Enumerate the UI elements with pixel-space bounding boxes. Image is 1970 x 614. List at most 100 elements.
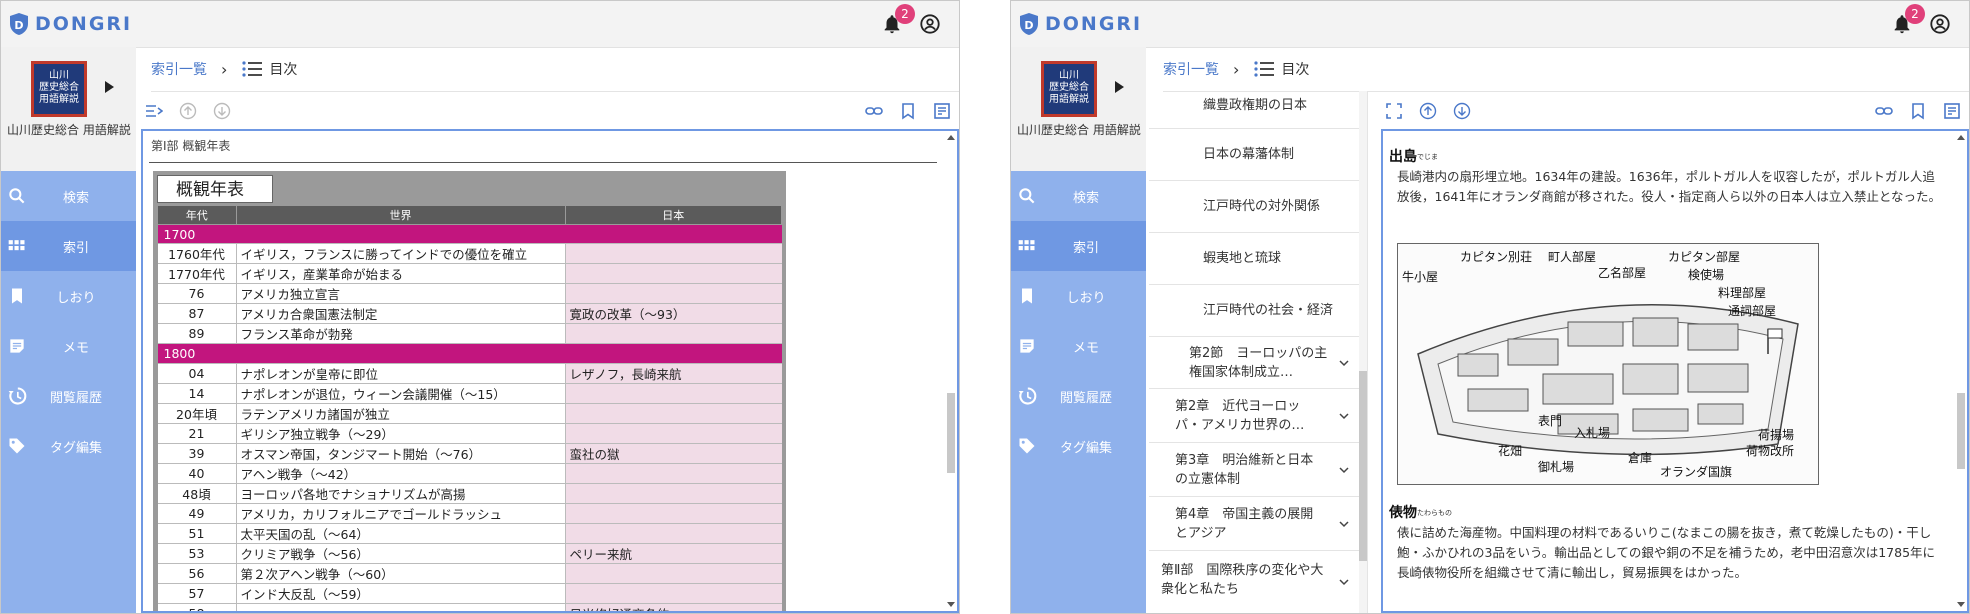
top-bar: D DONGRI 2 [1011, 1, 1969, 48]
notification-badge: 2 [1905, 4, 1925, 24]
breadcrumb-index-link[interactable]: 索引一覧 [151, 59, 207, 79]
sidebar-item-memo[interactable]: メモ [1, 321, 136, 371]
toc-list-icon [1254, 61, 1275, 77]
cover-line: 歴史総合 [1049, 82, 1089, 93]
cell-world: アメリカ合衆国憲法制定 [236, 303, 566, 325]
chevron-down-icon[interactable] [1339, 577, 1349, 587]
table-row: 14 ナポレオンが退位，ウィーン会議開催（〜15） [157, 383, 782, 404]
sidebar-item-index[interactable]: 索引 [1, 221, 136, 271]
link-icon[interactable] [865, 102, 883, 120]
table-row: 89 フランス革命が勃発 [157, 323, 782, 345]
sidebar-item-tag-edit[interactable]: タグ編集 [1011, 421, 1146, 471]
sidebar-item-search[interactable]: 検索 [1011, 171, 1146, 221]
scroll-up-arrow-icon[interactable] [1957, 135, 1965, 140]
toc-item-expandable[interactable]: 第3章 明治維新と日本の立憲体制 [1149, 443, 1359, 497]
page-content[interactable]: 出島でじま 長崎港内の扇形埋立地。1634年の建設。1636年，ポルトガル人を収… [1381, 129, 1969, 613]
note-add-icon[interactable] [1943, 102, 1961, 120]
book-play-icon[interactable] [1115, 81, 1124, 93]
sidebar-item-bookmark[interactable]: しおり [1011, 271, 1146, 321]
dejima-illustration: カピタン別荘 町人部屋 乙名部屋 カピタン部屋 検使場 牛小屋 料理部屋 通詞部… [1397, 243, 1819, 485]
account-icon[interactable] [919, 13, 941, 35]
scroll-down-arrow-icon[interactable] [947, 602, 955, 607]
scroll-up-icon[interactable] [179, 102, 197, 120]
sidebar-item-label: タグ編集 [49, 440, 102, 456]
scrollbar-thumb[interactable] [947, 393, 955, 473]
sidebar-item-label: 索引 [62, 240, 89, 256]
link-icon[interactable] [1875, 102, 1893, 120]
sidebar-item-history[interactable]: 閲覧履歴 [1, 371, 136, 421]
illustration-label: 荷揚場 [1758, 428, 1795, 442]
cell-year: 57 [157, 583, 237, 604]
breadcrumb-index-link[interactable]: 索引一覧 [1163, 59, 1219, 79]
book-title: 山川歴史総合 用語解説 [7, 123, 131, 137]
illustration-label: 牛小屋 [1402, 270, 1439, 284]
toc-item-expandable[interactable]: 第4章 帝国主義の展開とアジア [1149, 497, 1359, 551]
toc-scrollbar-thumb[interactable] [1359, 371, 1367, 561]
toc-item[interactable]: 蝦夷地と琉球 [1149, 233, 1359, 285]
illustration-label: 倉庫 [1628, 451, 1653, 465]
cover-line: 用語解説 [39, 94, 79, 105]
scroll-down-icon[interactable] [1453, 102, 1471, 120]
breadcrumb-current: 目次 [269, 62, 298, 78]
cell-japan [565, 243, 782, 265]
cell-japan [565, 283, 782, 305]
cell-world: ナポレオンが皇帝に即位 [236, 363, 566, 384]
era-label: 1700 [157, 224, 782, 245]
sidebar-item-tag-edit[interactable]: タグ編集 [1, 421, 136, 471]
illustration-label: オランダ国旗 [1660, 465, 1733, 479]
chevron-down-icon[interactable] [1339, 465, 1349, 475]
cell-japan: 日米修好通商条約 [565, 603, 782, 611]
book-cover[interactable]: 山川 歴史総合 用語解説 [31, 61, 87, 117]
app-logo[interactable]: D DONGRI [1019, 10, 1142, 38]
fullscreen-icon[interactable] [1385, 102, 1403, 120]
vertical-scrollbar[interactable] [1957, 135, 1965, 607]
toc-item-expandable[interactable]: 第2章 近代ヨーロッパ・アメリカ世界の… [1149, 389, 1359, 443]
bookmark-add-icon[interactable] [899, 102, 917, 120]
book-cover[interactable]: 山川 歴史総合 用語解説 [1041, 61, 1097, 117]
illustration-label: カピタン部屋 [1668, 250, 1741, 264]
scroll-up-arrow-icon[interactable] [947, 135, 955, 140]
column-header: 日本 [564, 205, 782, 225]
scroll-down-arrow-icon[interactable] [1957, 602, 1965, 607]
scroll-up-icon[interactable] [1419, 102, 1437, 120]
toc-item-expandable[interactable]: 第2節 ヨーロッパの主権国家体制成立… [1149, 337, 1359, 389]
toc-item-expandable[interactable]: 第Ⅱ部 国際秩序の変化や大衆化と私たち [1149, 551, 1359, 613]
sidebar-item-label: 検索 [62, 190, 89, 206]
table-row: 04 ナポレオンが皇帝に即位 レザノフ，長崎来航 [157, 363, 782, 384]
vertical-scrollbar[interactable] [947, 135, 955, 607]
app-logo[interactable]: D DONGRI [9, 10, 132, 38]
sidebar-item-label: しおり [1066, 290, 1106, 306]
cell-year: 51 [157, 523, 237, 544]
sidebar-item-history[interactable]: 閲覧履歴 [1011, 371, 1146, 421]
toc-item[interactable]: 江戸時代の社会・経済 [1149, 285, 1359, 337]
sidebar-item-search[interactable]: 検索 [1, 171, 136, 221]
book-play-icon[interactable] [105, 81, 114, 93]
chevron-down-icon[interactable] [1339, 411, 1349, 421]
toc-item[interactable]: 日本の幕藩体制 [1149, 129, 1359, 181]
sidebar-item-index[interactable]: 索引 [1011, 221, 1146, 271]
notification-badge: 2 [895, 4, 915, 24]
table-row: 21 ギリシア独立戦争（〜29） [157, 423, 782, 444]
sidebar-item-bookmark[interactable]: しおり [1, 271, 136, 321]
shield-logo-icon: D [1020, 13, 1038, 35]
scroll-down-icon[interactable] [213, 102, 231, 120]
sidebar-item-label: 閲覧履歴 [1059, 390, 1112, 406]
chevron-down-icon[interactable] [1339, 519, 1349, 529]
sidebar-item-memo[interactable]: メモ [1011, 321, 1146, 371]
toc-list-icon [242, 61, 263, 77]
bookmark-add-icon[interactable] [1909, 102, 1927, 120]
account-icon[interactable] [1929, 13, 1951, 35]
note-add-icon[interactable] [933, 102, 951, 120]
cell-japan [565, 523, 782, 544]
illustration-label: 通詞部屋 [1728, 304, 1777, 318]
illustration-label: 町人部屋 [1548, 250, 1597, 264]
reader-window-left: D DONGRI 2 山川 歴史総合 用語解説 山川歴史総合 用語解説 検索 索… [0, 0, 960, 614]
chevron-down-icon[interactable] [1339, 358, 1349, 368]
cell-world: ギリシア独立戦争（〜29） [236, 423, 566, 444]
toc-item[interactable]: 織豊政権期の日本 [1149, 91, 1359, 129]
toggle-toc-icon[interactable] [145, 102, 163, 120]
scrollbar-thumb[interactable] [1957, 393, 1965, 469]
toc-scrollbar[interactable] [1359, 91, 1367, 613]
toc-item[interactable]: 江戸時代の対外関係 [1149, 181, 1359, 233]
page-content[interactable]: 第Ⅰ部 概観年表 概観年表 年代 世界 日本 1700 1760年代 イギリス，フラ… [141, 129, 959, 613]
